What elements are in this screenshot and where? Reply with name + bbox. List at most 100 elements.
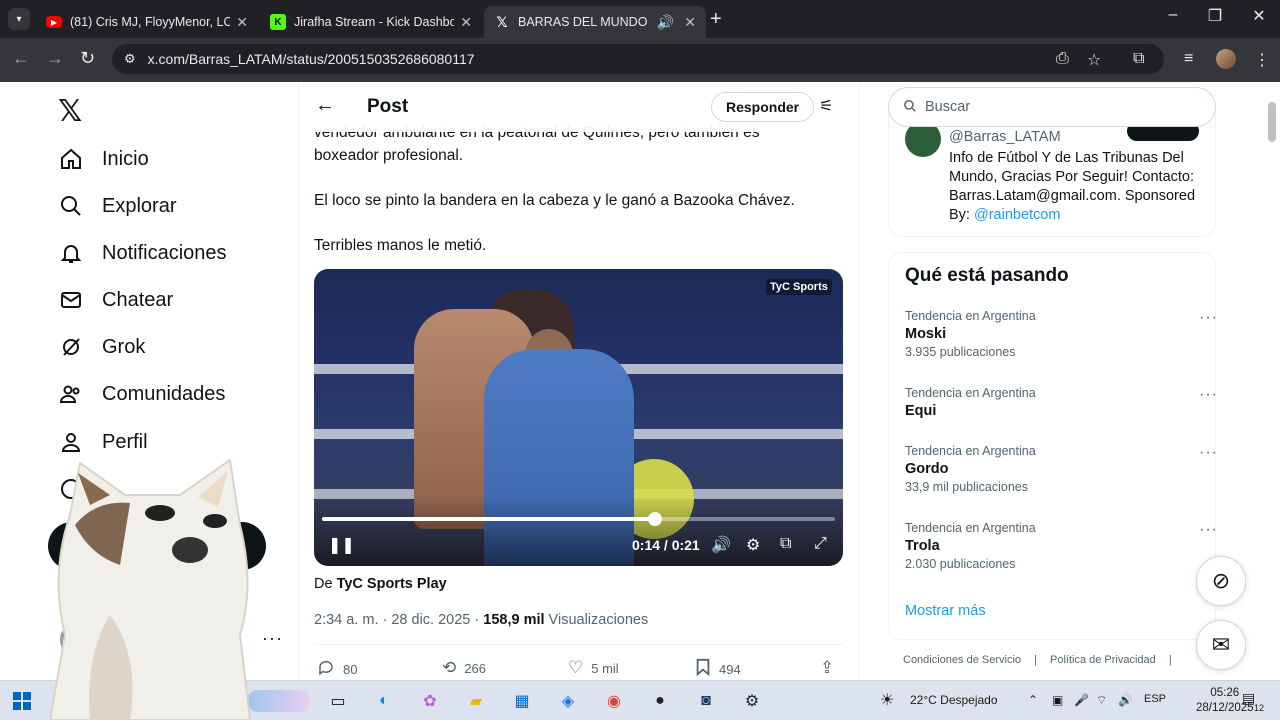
reply-action[interactable]: 80 [317,658,357,680]
source-prefix: De [314,576,333,592]
tweet-meta: 2:34 a. m. · 28 dic. 2025 · 158,9 mil Vi… [314,612,648,628]
fullscreen-icon[interactable]: ⤢ [814,535,827,553]
x-logo-icon[interactable]: 𝕏 [58,94,82,129]
post-column: ← Post Responder ⚟ vendedor ambulante en… [299,82,859,680]
browser-tab-youtube[interactable]: ▶ (81) Cris MJ, FloyyMenor, LOUK ✕ [36,6,258,38]
trend-item[interactable]: Tendencia en Argentina Moski 3.935 publi… [905,309,1217,359]
more-icon[interactable]: ··· [1199,444,1218,462]
site-info-icon[interactable]: ⚙ [124,51,136,67]
new-tab-button[interactable]: + [710,8,722,31]
install-app-icon[interactable]: ⎙ [1056,50,1069,68]
bio-link[interactable]: @rainbetcom [974,207,1060,223]
nav-item-perfil[interactable]: Perfil [58,429,148,455]
nav-item-explorar[interactable]: Explorar [58,193,176,219]
footer-link-privacy[interactable]: Política de Privacidad [1050,654,1156,666]
profile-bio: Info de Fútbol Y de Las Tribunas Del Mun… [949,149,1199,225]
nav-label: Grok [102,335,146,358]
like-action[interactable]: ♡ 5 mil [568,658,619,678]
show-more-link[interactable]: Mostrar más [905,603,986,619]
tweet-text-line: El loco se pinto la bandera en la cabeza… [314,192,795,209]
nav-item-grok[interactable]: Grok [58,334,145,360]
address-bar[interactable]: ⚙ x.com/Barras_LATAM/status/200515035268… [112,44,1164,74]
browser-tab-kick[interactable]: K Jirafha Stream - Kick Dashboard ✕ [260,6,482,38]
nav-item-comunidades[interactable]: Comunidades [58,381,225,407]
close-tab-icon[interactable]: ✕ [684,14,696,31]
sliders-icon[interactable]: ⚟ [819,96,833,116]
search-input[interactable]: Buscar [888,87,1216,127]
profile-handle[interactable]: @Barras_LATAM [949,129,1061,145]
app-icon[interactable]: ◙ [694,690,718,712]
video-settings-icon[interactable]: ⚙ [746,535,760,555]
tray-app-icon[interactable]: ▣ [1052,693,1063,707]
nav-item-inicio[interactable]: Inicio [58,146,149,172]
copilot-icon[interactable]: ✿ [418,690,442,712]
windows-start-icon[interactable] [10,690,34,712]
back-arrow-icon[interactable]: ← [315,94,335,117]
video-player[interactable]: TyC Sports ❚❚ 0:14 / 0:21 🔊 ⚙ ⧉ ⤢ [314,269,843,566]
post-header: ← Post Responder ⚟ [299,82,859,132]
forward-button[interactable]: → [46,48,64,69]
browser-profile-avatar[interactable] [1216,49,1236,69]
trend-count: 2.030 publicaciones [905,557,1016,571]
person-icon [58,429,84,455]
trend-item[interactable]: Tendencia en Argentina Equi ··· [905,386,1217,419]
trend-count: 33,9 mil publicaciones [905,480,1028,494]
tab-search-button[interactable]: ▾ [8,8,30,30]
close-tab-icon[interactable]: ✕ [236,14,248,31]
edge-icon[interactable]: ◐ [372,690,396,712]
tab-title: Jirafha Stream - Kick Dashboard [294,15,455,29]
back-button[interactable]: ← [12,48,30,69]
search-icon [58,193,84,219]
grok-fab-icon[interactable]: ⊘ [1196,556,1246,606]
steam-icon[interactable]: ⚙ [740,690,764,712]
share-action[interactable]: ⇪ [820,658,842,678]
maximize-button[interactable]: ❐ [1192,6,1238,26]
nav-item-notificaciones[interactable]: Notificaciones [58,240,227,266]
language-indicator[interactable]: ESP [1144,693,1166,705]
reload-button[interactable]: ↻ [80,48,95,69]
speaker-icon[interactable]: 🔊 [657,14,674,31]
extensions-icon[interactable]: ⧉ [1133,50,1144,68]
picture-in-picture-icon[interactable]: ⧉ [780,535,791,553]
chrome-icon[interactable]: ◉ [602,690,626,712]
volume-tray-icon[interactable]: 🔊 [1118,693,1133,707]
obs-icon[interactable]: ● [648,690,672,712]
more-icon[interactable]: ··· [1199,309,1218,327]
weather-icon: ☀ [880,692,895,709]
browser-tab-x-active[interactable]: 𝕏 BARRAS DEL MUNDO 🔊 ✕ [484,6,706,38]
bookmark-action[interactable]: 494 [695,658,741,680]
minimize-button[interactable]: – [1150,6,1196,24]
nav-item-chatear[interactable]: Chatear [58,287,173,313]
wifi-icon[interactable]: ⌔ [1096,693,1107,708]
store-icon[interactable]: ▦ [510,690,534,712]
trend-context: Tendencia en Argentina [905,521,1036,535]
close-window-button[interactable]: ✕ [1236,6,1280,26]
close-tab-icon[interactable]: ✕ [460,14,472,31]
page-scrollbar[interactable] [1268,102,1276,142]
reply-button[interactable]: Responder [711,92,815,122]
tweet-timestamp[interactable]: 2:34 a. m. · 28 dic. 2025 · [314,612,483,628]
trend-item[interactable]: Tendencia en Argentina Gordo 33,9 mil pu… [905,444,1217,494]
trend-item[interactable]: Tendencia en Argentina Trola 2.030 publi… [905,521,1217,571]
media-control-icon[interactable]: ≡ [1184,50,1193,68]
tweet-actions: 80 ⟲ 266 ♡ 5 mil 494 ⇪ [314,658,844,680]
repost-action[interactable]: ⟲ 266 [442,658,486,678]
bookmark-star-icon[interactable]: ☆ [1087,50,1101,70]
tray-chevron-icon[interactable]: ⌃ [1028,693,1038,707]
source-link[interactable]: TyC Sports Play [337,576,447,592]
more-icon[interactable]: ··· [1199,386,1218,404]
footer-link-terms[interactable]: Condiciones de Servicio [903,654,1021,666]
video-progress-bar[interactable] [322,512,835,526]
messages-fab-icon[interactable]: ✉ [1196,620,1246,670]
outlook-icon[interactable]: ◈ [556,690,580,712]
more-icon[interactable]: ··· [1199,521,1218,539]
volume-icon[interactable]: 🔊 [711,535,731,555]
microphone-icon[interactable]: 🎤 [1074,693,1089,707]
browser-menu-icon[interactable]: ⋮ [1254,50,1270,70]
people-icon [58,381,84,407]
task-view-icon[interactable]: ▭ [326,690,350,712]
pause-icon[interactable]: ❚❚ [328,535,355,555]
account-more-icon[interactable]: ··· [262,628,283,649]
file-explorer-icon[interactable]: ▰ [464,690,488,712]
weather-text[interactable]: 22°C Despejado [910,693,998,707]
